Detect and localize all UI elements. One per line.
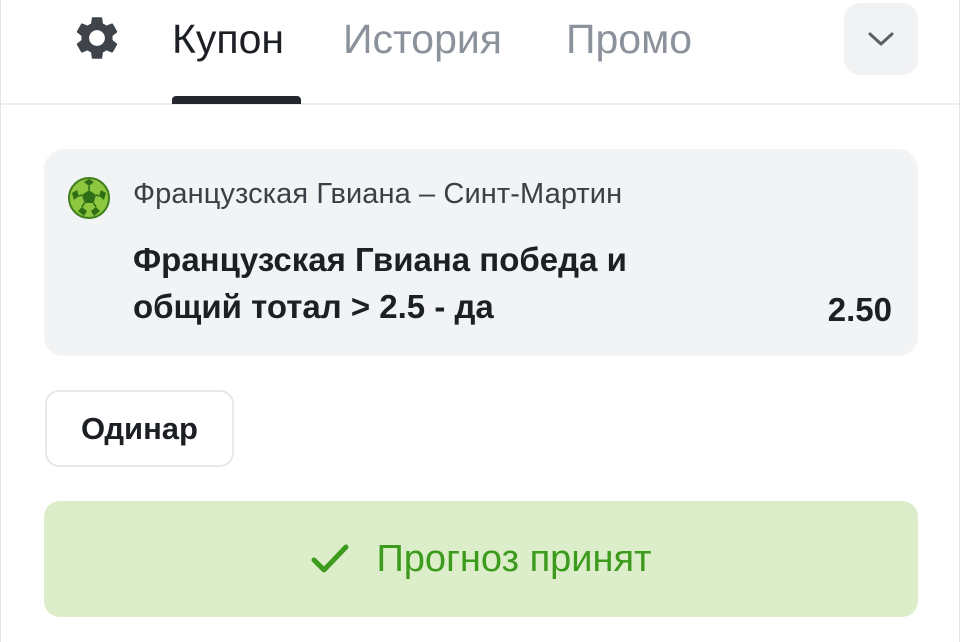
bet-description-line-2: общий тотал > 2.5 - да [133,288,494,325]
prediction-accepted-banner[interactable]: Прогноз принят [44,501,918,617]
gear-icon[interactable] [71,12,123,64]
tab-history[interactable]: История [343,14,502,64]
bet-card[interactable]: Французская Гвиана – Синт-Мартин Француз… [44,149,918,356]
active-tab-indicator [172,96,301,104]
bet-description-line-1: Французская Гвиана победа и [133,241,627,278]
chevron-down-icon [868,32,894,46]
football-icon [68,177,110,219]
bet-type-label: Одинар [81,410,198,446]
bet-description: Французская Гвиана победа и общий тотал … [133,236,753,330]
match-title: Французская Гвиана – Синт-Мартин [133,178,623,210]
odds-value: 2.50 [827,291,892,328]
check-icon [311,544,349,573]
tab-coupon[interactable]: Купон [172,14,284,64]
bet-type-single-button[interactable]: Одинар [45,390,234,467]
bet-slip-panel: Купон История Промо Французская Гвиана –… [0,0,960,642]
expand-button[interactable] [844,3,918,75]
prediction-accepted-label: Прогноз принят [376,537,652,580]
header-tabs: Купон История Промо [1,0,959,105]
tab-promo[interactable]: Промо [566,14,692,64]
